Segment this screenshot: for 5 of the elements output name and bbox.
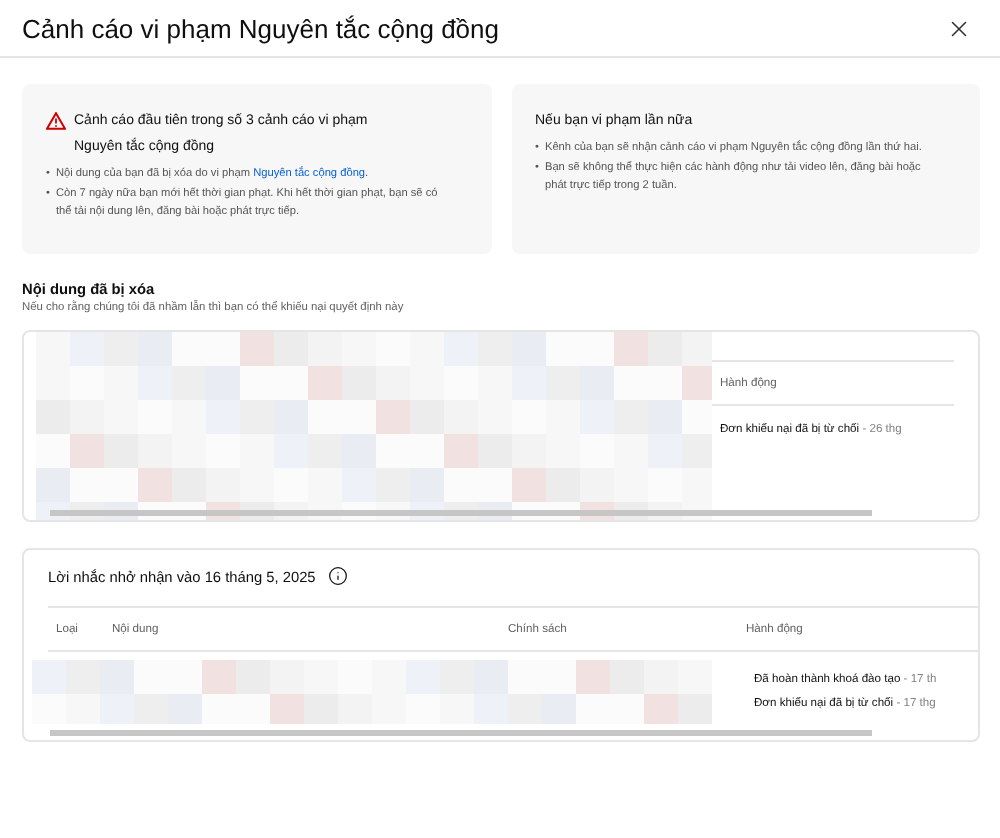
info-icon[interactable] bbox=[327, 566, 348, 586]
dialog-title: Cảnh cáo vi phạm Nguyên tắc cộng đồng bbox=[22, 13, 499, 43]
scrollbar[interactable] bbox=[50, 730, 872, 736]
warning-icon bbox=[46, 112, 66, 130]
scrollbar[interactable] bbox=[50, 510, 872, 516]
